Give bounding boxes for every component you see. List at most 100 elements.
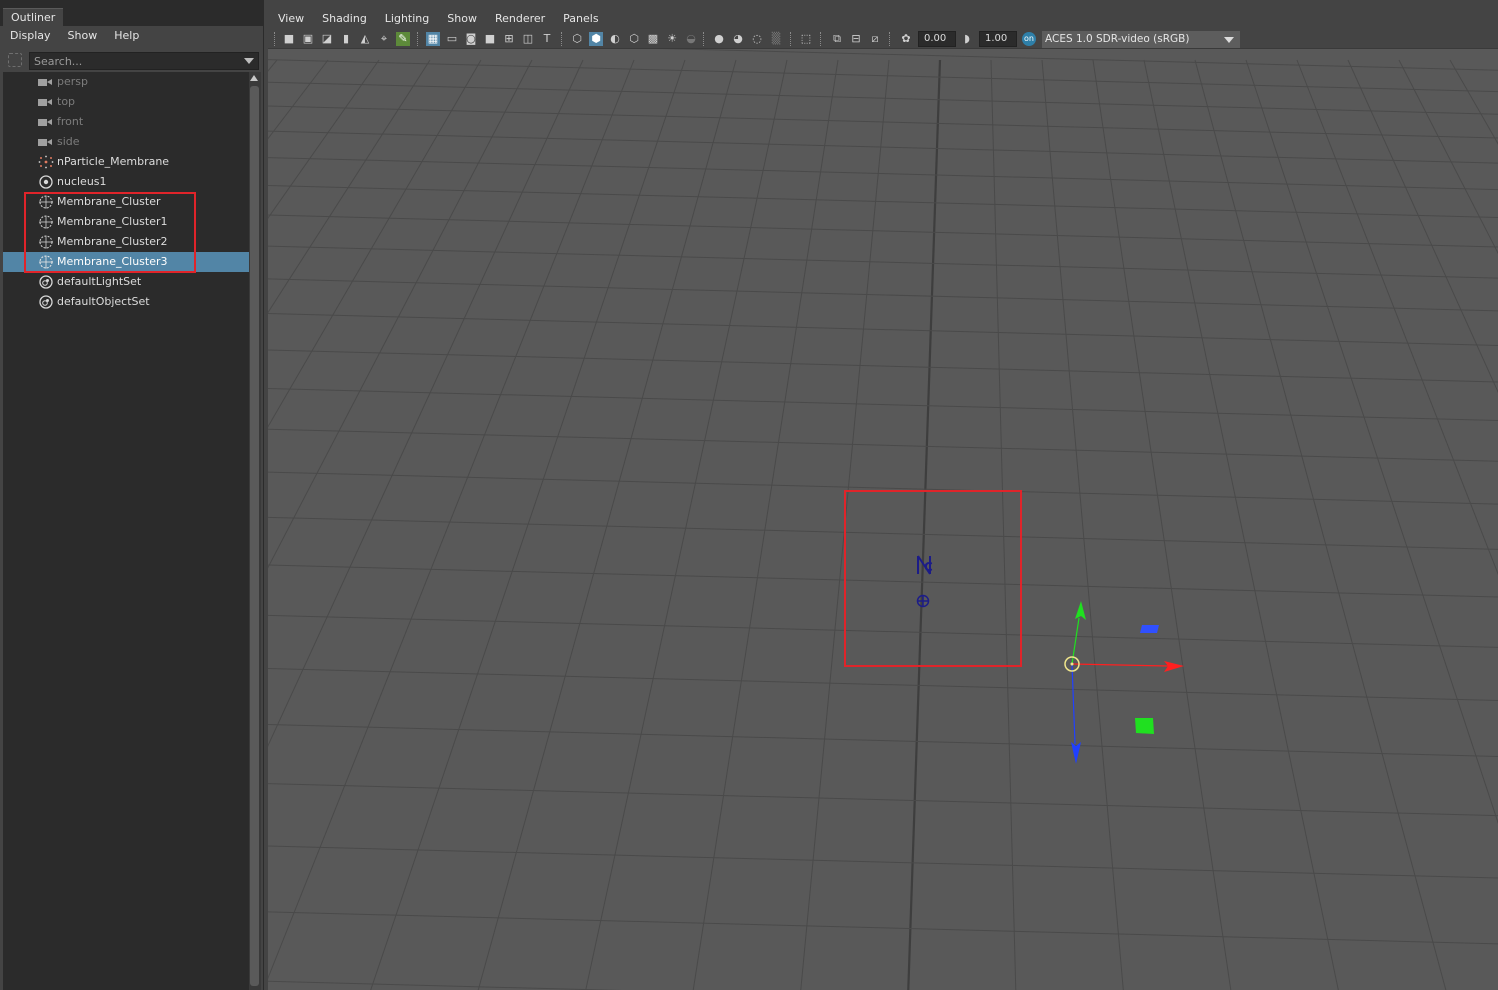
textured-icon[interactable]: ▩ xyxy=(646,32,660,46)
toolbar-separator xyxy=(703,32,705,46)
grid-line xyxy=(268,911,1498,945)
menu-show[interactable]: Show xyxy=(58,27,105,47)
toolbar-separator xyxy=(820,32,822,46)
outliner-item-label: nParticle_Membrane xyxy=(57,155,170,168)
grid-line xyxy=(1296,59,1498,576)
grid-line xyxy=(268,614,1498,648)
grease-pencil-icon[interactable]: ✎ xyxy=(396,32,410,46)
menu-show[interactable]: Show xyxy=(437,8,485,29)
film-gate-icon[interactable]: ▭ xyxy=(445,32,459,46)
isolate-select-icon[interactable]: ⬚ xyxy=(799,32,813,46)
menu-lighting[interactable]: Lighting xyxy=(375,8,437,29)
safe-action-icon[interactable]: ◫ xyxy=(521,32,535,46)
grid-line xyxy=(477,59,737,990)
outliner-item-label: nucleus1 xyxy=(57,175,107,188)
move-manipulator[interactable] xyxy=(1064,601,1184,764)
outliner-item-persp[interactable]: persp xyxy=(3,72,249,92)
outliner-item-nucleus1[interactable]: nucleus1 xyxy=(3,172,249,192)
chevron-down-icon[interactable] xyxy=(1224,37,1234,43)
outliner-item-label: Membrane_Cluster1 xyxy=(57,215,168,228)
gamma-field[interactable]: 1.00 xyxy=(979,31,1017,47)
depth-of-field-icon[interactable]: ▒ xyxy=(769,32,783,46)
view-transform-dropdown[interactable]: ACES 1.0 SDR-video (sRGB) xyxy=(1042,31,1240,48)
outliner-item-membrane-cluster2[interactable]: Membrane_Cluster2 xyxy=(3,232,249,252)
set-icon xyxy=(39,295,53,309)
outliner-item-membrane-cluster1[interactable]: Membrane_Cluster1 xyxy=(3,212,249,232)
image-plane-icon[interactable]: ◭ xyxy=(358,32,372,46)
filter-icon[interactable] xyxy=(8,53,22,67)
grid-line xyxy=(1449,59,1498,145)
xy-plane-handle[interactable] xyxy=(1140,625,1159,633)
grid-line xyxy=(268,428,1498,462)
scroll-up-arrow-icon[interactable] xyxy=(250,75,258,81)
x-ray-active-components-icon[interactable]: ⊟ xyxy=(849,32,863,46)
color-management-icon[interactable]: on xyxy=(1022,32,1036,46)
scrollbar-thumb[interactable] xyxy=(250,86,259,986)
outliner-item-defaultlightset[interactable]: defaultLightSet xyxy=(3,272,249,292)
menu-view[interactable]: View xyxy=(268,8,312,29)
outliner-scrollbar[interactable] xyxy=(249,72,261,990)
cluster-pivot-marker[interactable] xyxy=(916,594,930,608)
menu-renderer[interactable]: Renderer xyxy=(485,8,553,29)
toolbar-separator xyxy=(561,32,563,46)
viewport-menubar: View Shading Lighting Show Renderer Pane… xyxy=(268,8,1498,29)
anti-aliasing-icon[interactable]: ◌ xyxy=(750,32,764,46)
grid-line xyxy=(268,724,1498,758)
camera-icon xyxy=(38,95,54,109)
y-axis-arrow-icon[interactable] xyxy=(1075,601,1086,620)
x-ray-joints-icon[interactable]: ⧄ xyxy=(868,32,882,46)
outliner-item-front[interactable]: front xyxy=(3,112,249,132)
outliner-item-defaultobjectset[interactable]: defaultObjectSet xyxy=(3,292,249,312)
outliner-item-top[interactable]: top xyxy=(3,92,249,112)
grid-line xyxy=(1092,59,1232,990)
menu-panels[interactable]: Panels xyxy=(553,8,606,29)
viewport-3d-scene[interactable]: C xyxy=(268,8,1498,990)
viewport-toolbar: ■ ▣ ◪ ▮ ◭ ⌖ ✎ ▦ ▭ ◙ ■ ⊞ ◫ T ⬡ ⬢ ◐ ⬡ ▩ ☀ … xyxy=(268,29,1498,49)
search-input[interactable] xyxy=(29,52,259,70)
smooth-shade-icon[interactable]: ⬢ xyxy=(589,32,603,46)
outliner-tab[interactable]: Outliner xyxy=(3,8,64,26)
camera-attributes-icon[interactable]: ▣ xyxy=(301,32,315,46)
camera-icon xyxy=(38,135,54,149)
cluster-icon xyxy=(39,215,53,229)
grid-toggle-icon[interactable]: ▦ xyxy=(426,32,440,46)
safe-title-icon[interactable]: T xyxy=(540,32,554,46)
outliner-item-label: defaultObjectSet xyxy=(57,295,150,308)
menu-shading[interactable]: Shading xyxy=(312,8,375,29)
outliner-item-nparticle-membrane[interactable]: nParticle_Membrane xyxy=(3,152,249,172)
use-default-material-icon[interactable]: ◐ xyxy=(608,32,622,46)
outliner-item-side[interactable]: side xyxy=(3,132,249,152)
grid-line xyxy=(1143,59,1339,990)
outliner-item-membrane-cluster[interactable]: Membrane_Cluster xyxy=(3,192,249,212)
wireframe-on-shaded-icon[interactable]: ⬡ xyxy=(627,32,641,46)
2d-pan-zoom-icon[interactable]: ⌖ xyxy=(377,32,391,46)
bookmarks-icon[interactable]: ◪ xyxy=(320,32,334,46)
screen-space-ao-icon[interactable]: ● xyxy=(712,32,726,46)
xz-plane-handle[interactable] xyxy=(1135,718,1154,734)
shadows-icon[interactable]: ◒ xyxy=(684,32,698,46)
use-all-lights-icon[interactable]: ☀ xyxy=(665,32,679,46)
gate-mask-icon[interactable]: ■ xyxy=(483,32,497,46)
resolution-gate-icon[interactable]: ◙ xyxy=(464,32,478,46)
cluster-handle-marker[interactable]: C xyxy=(917,555,933,575)
search-options-chevron-icon[interactable] xyxy=(244,58,254,64)
cluster-icon xyxy=(39,255,53,269)
grid-line xyxy=(268,59,278,72)
grid-line xyxy=(1194,59,1447,990)
motion-blur-icon[interactable]: ◕ xyxy=(731,32,745,46)
menu-help[interactable]: Help xyxy=(104,27,146,47)
viewport-panel[interactable]: C View Shading Lighting Show Renderer Pa… xyxy=(268,8,1498,990)
bookmark-icon[interactable]: ▮ xyxy=(339,32,353,46)
gamma-icon[interactable]: ◗ xyxy=(960,32,974,46)
outliner-menubar: Display Show Help xyxy=(0,27,264,47)
toolbar-separator xyxy=(274,32,276,46)
menu-display[interactable]: Display xyxy=(0,27,58,47)
wireframe-icon[interactable]: ⬡ xyxy=(570,32,584,46)
exposure-field[interactable]: 0.00 xyxy=(918,31,956,47)
field-chart-icon[interactable]: ⊞ xyxy=(502,32,516,46)
outliner-item-membrane-cluster3[interactable]: Membrane_Cluster3 xyxy=(3,252,249,272)
select-camera-icon[interactable]: ■ xyxy=(282,32,296,46)
x-ray-icon[interactable]: ⧉ xyxy=(830,32,844,46)
outliner-search-row xyxy=(0,50,264,72)
exposure-icon[interactable]: ✿ xyxy=(899,32,913,46)
